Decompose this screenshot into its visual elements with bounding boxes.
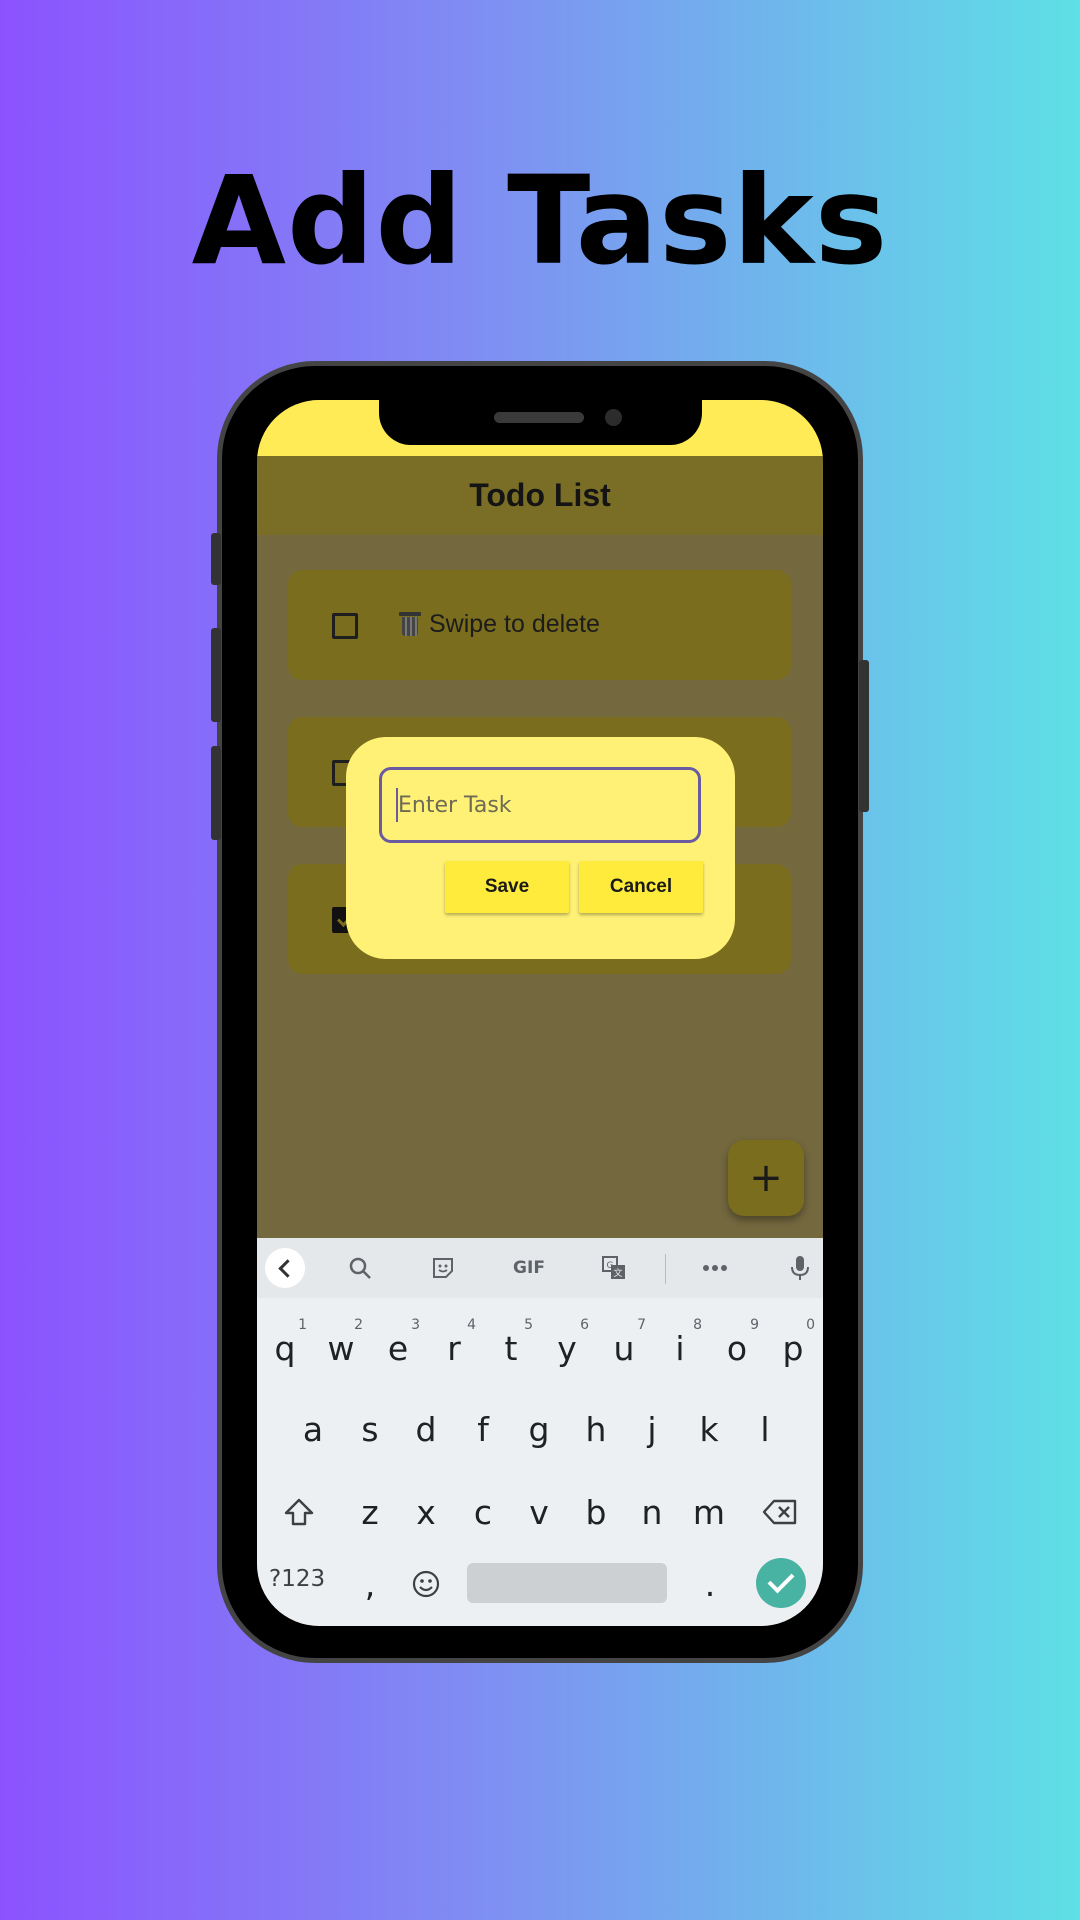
key-g[interactable]: g xyxy=(513,1398,565,1460)
add-task-dialog: Save Cancel xyxy=(346,737,735,959)
soft-keyboard: GIF 文G q1 w2 e3 r4 t5 y6 u7 i8 o9 p0 a s… xyxy=(257,1238,823,1626)
key-w[interactable]: w2 xyxy=(315,1317,367,1379)
key-i[interactable]: i8 xyxy=(654,1317,706,1379)
toolbar-divider xyxy=(665,1254,666,1284)
svg-text:G: G xyxy=(607,1261,614,1271)
key-x[interactable]: x xyxy=(400,1481,452,1543)
key-d[interactable]: d xyxy=(400,1398,452,1460)
text-cursor xyxy=(396,788,398,822)
backspace-icon[interactable] xyxy=(754,1481,806,1543)
key-z[interactable]: z xyxy=(344,1481,396,1543)
key-a[interactable]: a xyxy=(287,1398,339,1460)
key-e[interactable]: e3 xyxy=(372,1317,424,1379)
app-bar: Todo List xyxy=(257,456,823,535)
key-f[interactable]: f xyxy=(457,1398,509,1460)
phone-power-button xyxy=(859,660,869,812)
key-h[interactable]: h xyxy=(570,1398,622,1460)
speaker-grille xyxy=(494,412,584,423)
key-u[interactable]: u7 xyxy=(598,1317,650,1379)
key-k[interactable]: k xyxy=(683,1398,735,1460)
key-comma[interactable]: , xyxy=(344,1553,396,1615)
shift-icon[interactable] xyxy=(273,1481,325,1543)
key-m[interactable]: m xyxy=(683,1481,735,1543)
cancel-button[interactable]: Cancel xyxy=(579,861,703,913)
key-v[interactable]: v xyxy=(513,1481,565,1543)
key-q[interactable]: q1 xyxy=(259,1317,311,1379)
key-j[interactable]: j xyxy=(626,1398,678,1460)
key-c[interactable]: c xyxy=(457,1481,509,1543)
key-n[interactable]: n xyxy=(626,1481,678,1543)
svg-text:文: 文 xyxy=(613,1267,622,1279)
trash-icon xyxy=(399,612,421,636)
mic-icon[interactable] xyxy=(786,1254,814,1282)
save-button[interactable]: Save xyxy=(445,861,569,913)
more-icon[interactable] xyxy=(701,1254,729,1282)
key-period[interactable]: . xyxy=(684,1553,736,1615)
translate-icon[interactable]: 文G xyxy=(600,1254,628,1282)
task-checkbox[interactable] xyxy=(332,613,358,639)
key-t[interactable]: t5 xyxy=(485,1317,537,1379)
add-task-button[interactable]: + xyxy=(728,1140,804,1216)
search-icon[interactable] xyxy=(346,1254,374,1282)
phone-volume-down xyxy=(211,746,221,840)
space-bar[interactable] xyxy=(467,1563,667,1603)
task-input[interactable] xyxy=(379,767,701,843)
back-icon[interactable] xyxy=(265,1248,305,1288)
key-b[interactable]: b xyxy=(570,1481,622,1543)
phone-volume-up xyxy=(211,628,221,722)
front-camera xyxy=(605,409,622,426)
key-p[interactable]: p0 xyxy=(767,1317,819,1379)
notch xyxy=(379,400,702,445)
done-check-icon[interactable] xyxy=(756,1558,806,1608)
key-s[interactable]: s xyxy=(344,1398,396,1460)
task-text: Swipe to delete xyxy=(429,610,600,638)
phone-silent-switch xyxy=(211,533,221,585)
task-label: Swipe to delete xyxy=(399,610,600,639)
promo-headline: Add Tasks xyxy=(191,150,889,292)
phone-screen: Todo List Swipe to delete + Save Cancel … xyxy=(257,400,823,1626)
key-o[interactable]: o9 xyxy=(711,1317,763,1379)
key-y[interactable]: y6 xyxy=(541,1317,593,1379)
emoji-icon[interactable] xyxy=(400,1553,452,1615)
sticker-icon[interactable] xyxy=(429,1254,457,1282)
symbols-key[interactable]: ?123 xyxy=(269,1566,325,1592)
key-r[interactable]: r4 xyxy=(428,1317,480,1379)
task-card[interactable]: Swipe to delete xyxy=(288,570,791,680)
gif-icon[interactable]: GIF xyxy=(509,1254,549,1282)
app-title: Todo List xyxy=(469,477,611,513)
key-l[interactable]: l xyxy=(739,1398,791,1460)
keyboard-toolbar: GIF 文G xyxy=(257,1238,823,1298)
